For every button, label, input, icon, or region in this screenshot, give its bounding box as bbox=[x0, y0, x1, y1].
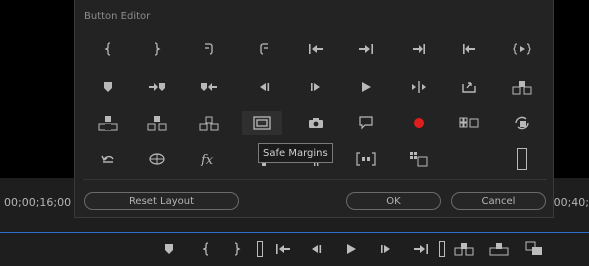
vr-video-icon[interactable] bbox=[137, 147, 177, 171]
mark-out-icon[interactable] bbox=[227, 240, 247, 258]
go-to-out-icon[interactable] bbox=[346, 37, 386, 61]
insert-icon[interactable] bbox=[454, 240, 474, 258]
spacer-icon[interactable] bbox=[502, 147, 542, 171]
trim-icon[interactable] bbox=[346, 147, 386, 171]
mark-out-brace-icon[interactable] bbox=[137, 37, 177, 61]
ok-button[interactable]: OK bbox=[346, 192, 441, 210]
export-frame-icon[interactable] bbox=[449, 75, 489, 99]
timecode-current[interactable]: 00;00;16;00 bbox=[4, 196, 71, 209]
safe-margins-icon[interactable] bbox=[242, 111, 282, 135]
add-marker-icon[interactable] bbox=[88, 75, 128, 99]
loop-icon[interactable] bbox=[88, 147, 128, 171]
reset-layout-button[interactable]: Reset Layout bbox=[84, 192, 239, 210]
multi-camera-icon[interactable] bbox=[449, 111, 489, 135]
go-to-out-icon[interactable] bbox=[411, 240, 431, 258]
go-to-in-icon[interactable] bbox=[273, 240, 293, 258]
mark-in-icon[interactable] bbox=[196, 240, 216, 258]
go-to-end-icon[interactable] bbox=[399, 37, 439, 61]
step-back-icon[interactable] bbox=[244, 75, 284, 99]
timeline-bar[interactable] bbox=[0, 232, 589, 233]
play-in-to-out-icon[interactable] bbox=[502, 37, 542, 61]
clear-in-icon[interactable] bbox=[189, 37, 229, 61]
safe-frame-bar-icon-2[interactable] bbox=[432, 240, 452, 258]
comment-icon[interactable] bbox=[346, 111, 386, 135]
transport-controls bbox=[0, 236, 589, 266]
program-monitor-left bbox=[0, 0, 74, 178]
cancel-button[interactable]: Cancel bbox=[451, 192, 546, 210]
go-to-in-icon[interactable] bbox=[296, 37, 336, 61]
lift-icon[interactable] bbox=[88, 111, 128, 135]
add-marker-icon[interactable] bbox=[159, 240, 179, 258]
record-icon[interactable] bbox=[399, 111, 439, 135]
comparison-view-icon[interactable] bbox=[399, 147, 439, 171]
safe-frame-bar-icon[interactable] bbox=[250, 240, 270, 258]
safe-margins-tooltip: Safe Margins bbox=[258, 143, 333, 163]
insert-icon[interactable] bbox=[502, 75, 542, 99]
step-forward-icon[interactable] bbox=[296, 75, 336, 99]
play-icon[interactable] bbox=[341, 240, 361, 258]
svg-text:fx: fx bbox=[200, 153, 214, 166]
blank-icon[interactable] bbox=[449, 147, 489, 171]
play-icon[interactable] bbox=[346, 75, 386, 99]
dialog-divider bbox=[83, 179, 547, 180]
program-monitor-right bbox=[554, 0, 589, 178]
extract-icon[interactable] bbox=[137, 111, 177, 135]
button-editor-dialog: Button Editor fx Safe Margins Reset Layo… bbox=[74, 0, 554, 218]
step-forward-icon[interactable] bbox=[376, 240, 396, 258]
dialog-title: Button Editor bbox=[84, 11, 151, 22]
step-back-icon[interactable] bbox=[306, 240, 326, 258]
go-to-previous-marker-icon[interactable] bbox=[189, 75, 229, 99]
play-around-icon[interactable] bbox=[399, 75, 439, 99]
go-to-start-icon[interactable] bbox=[449, 37, 489, 61]
overwrite-icon[interactable] bbox=[189, 111, 229, 135]
fx-icon[interactable]: fx bbox=[189, 147, 229, 171]
mark-in-brace-icon[interactable] bbox=[88, 37, 128, 61]
export-frame-icon[interactable] bbox=[524, 240, 544, 258]
timecode-duration: 00;40; bbox=[553, 196, 589, 209]
go-to-next-marker-icon[interactable] bbox=[137, 75, 177, 99]
camera-icon[interactable] bbox=[296, 111, 336, 135]
overwrite-icon[interactable] bbox=[489, 240, 509, 258]
clear-out-icon[interactable] bbox=[244, 37, 284, 61]
toggle-proxies-icon[interactable] bbox=[502, 111, 542, 135]
